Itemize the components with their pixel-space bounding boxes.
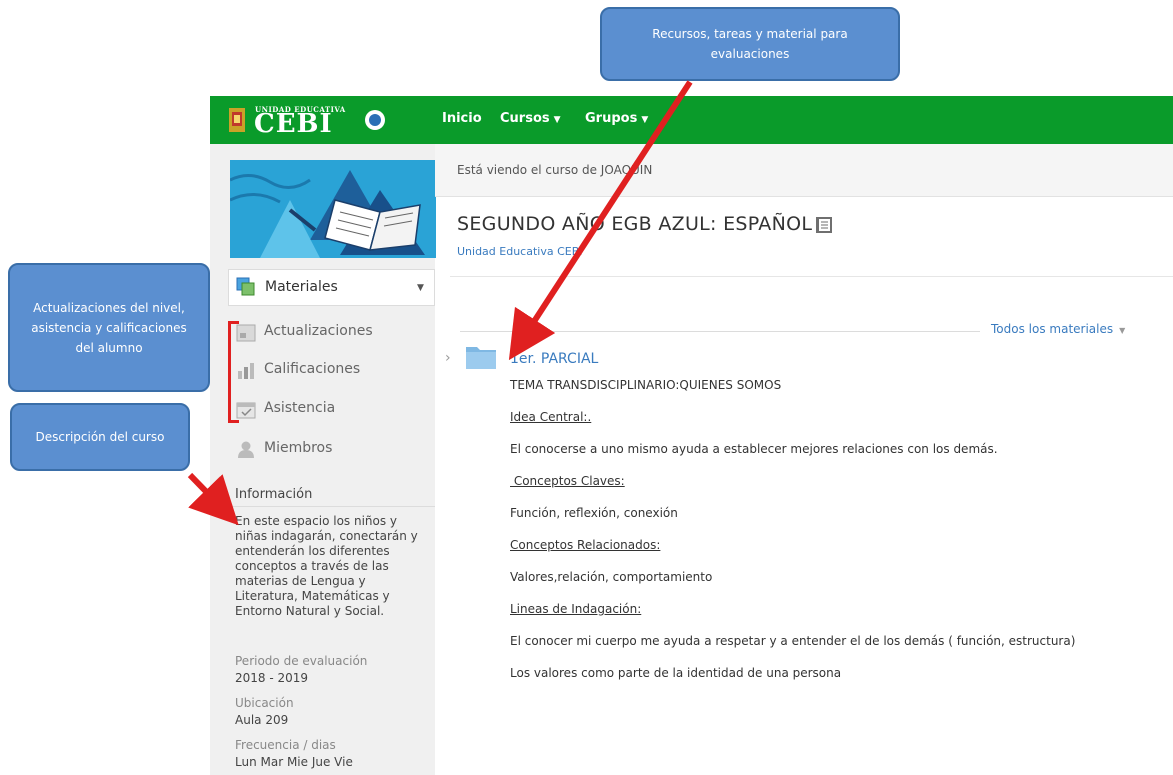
annotation-arrows [187,80,693,526]
arrow-to-description [187,472,239,526]
arrow-to-folder [508,80,693,361]
